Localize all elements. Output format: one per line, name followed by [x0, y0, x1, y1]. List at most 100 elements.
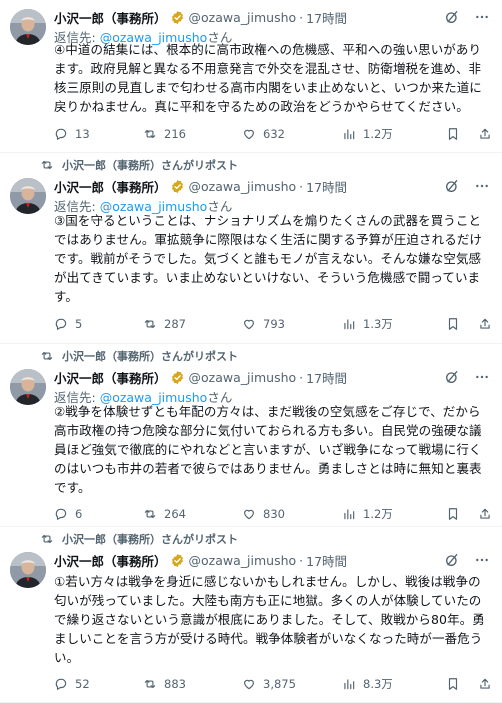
- share-icon: [478, 507, 499, 521]
- tweet-text-line: です。: [54, 480, 91, 495]
- reply-button[interactable]: 6: [54, 505, 82, 523]
- like-button[interactable]: 3,875: [242, 675, 296, 693]
- repost-icon: [40, 532, 62, 546]
- repost-icon: [40, 349, 62, 363]
- like-button[interactable]: 793: [242, 315, 285, 333]
- separator-dot: ·: [299, 9, 304, 25]
- tweet-text-line: 匂いが残っていました。大陸も南方も正に地獄。多くの人が体験していたの: [54, 593, 482, 608]
- author-name[interactable]: 小沢一郎（事務所）: [54, 368, 167, 387]
- verified-badge-icon: [167, 179, 189, 194]
- views-button[interactable]: 1.2万: [342, 505, 393, 523]
- repost-button[interactable]: 883: [143, 675, 186, 693]
- tweet-card[interactable]: 小沢一郎（事務所） @ozawa_jimusho · 17時間 返信先: @ozawa_…: [0, 0, 502, 153]
- views-count: 1.3万: [363, 317, 393, 331]
- repost-icon: [143, 507, 164, 521]
- repost-button[interactable]: 287: [143, 315, 186, 333]
- more-icon[interactable]: [474, 9, 490, 25]
- bookmark-button[interactable]: [446, 315, 467, 333]
- reply-button[interactable]: 5: [54, 315, 82, 333]
- action-bar: 6 264 830 1.2万: [54, 505, 494, 523]
- tweet-text-line: ③国を守るということは、ナショナリズムを煽りたくさんの武器を買うこと: [54, 213, 482, 228]
- avatar[interactable]: [10, 369, 46, 405]
- grok-icon[interactable]: [444, 9, 460, 25]
- verified-badge-icon: [167, 10, 189, 25]
- like-button[interactable]: 632: [242, 125, 285, 143]
- verified-badge-icon: [167, 370, 189, 385]
- post-time[interactable]: 17時間: [306, 368, 347, 387]
- repost-button[interactable]: 216: [143, 125, 186, 143]
- grok-icon[interactable]: [444, 552, 460, 568]
- author-handle[interactable]: @ozawa_jimusho: [189, 370, 297, 385]
- author-name[interactable]: 小沢一郎（事務所）: [54, 551, 167, 570]
- separator-dot: ·: [299, 178, 304, 194]
- like-icon: [242, 677, 263, 691]
- tweet-header: 小沢一郎（事務所） @ozawa_jimusho · 17時間: [54, 8, 347, 26]
- tweet-card[interactable]: 小沢一郎（事務所）さんがリポスト 小沢一郎（事務所） @ozawa_jimusho ·…: [0, 153, 502, 344]
- views-button[interactable]: 1.2万: [342, 125, 393, 143]
- reply-button[interactable]: 52: [54, 675, 90, 693]
- repost-icon: [40, 158, 62, 172]
- share-button[interactable]: [478, 675, 499, 693]
- views-button[interactable]: 8.3万: [342, 675, 393, 693]
- tweet-text-line: 員ほど強気で徹底的にやれなどと言いますが、いざ戦争になって戦場に行く: [54, 442, 482, 457]
- repost-label: 小沢一郎（事務所）さんがリポスト: [62, 533, 238, 546]
- repost-count: 287: [164, 317, 186, 331]
- avatar[interactable]: [10, 552, 46, 588]
- share-button[interactable]: [478, 125, 499, 143]
- author-handle[interactable]: @ozawa_jimusho: [189, 179, 297, 194]
- separator-dot: ·: [299, 369, 304, 385]
- post-time[interactable]: 17時間: [306, 8, 347, 27]
- tweet-text-line: ではありません。軍拡競争に際限はなく生活に関する予算が圧迫されるだけ: [54, 232, 483, 247]
- reply-button[interactable]: 13: [54, 125, 90, 143]
- action-bar: 13 216 632 1.2万: [54, 125, 494, 143]
- repost-indicator: 小沢一郎（事務所）さんがリポスト: [40, 531, 238, 547]
- tweet-header: 小沢一郎（事務所） @ozawa_jimusho · 17時間: [54, 177, 347, 195]
- verified-badge-icon: [167, 553, 189, 568]
- reply-icon: [54, 127, 75, 141]
- more-icon[interactable]: [474, 369, 490, 385]
- views-icon: [342, 127, 363, 141]
- repost-button[interactable]: 264: [143, 505, 186, 523]
- reply-icon: [54, 677, 75, 691]
- tweet-card[interactable]: 小沢一郎（事務所）さんがリポスト 小沢一郎（事務所） @ozawa_jimusho ·…: [0, 344, 502, 527]
- tweet-text-line: い。: [54, 650, 80, 665]
- bookmark-icon: [446, 317, 467, 331]
- post-time[interactable]: 17時間: [306, 177, 347, 196]
- bookmark-button[interactable]: [446, 505, 467, 523]
- tweet-text: ①若い方々は戦争を身近に感じないかもしれません。しかし、戦後は戦争の 匂いが残って…: [54, 572, 494, 667]
- tweet-text-line: ②戦争を体験せずとも年配の方々は、まだ戦後の空気感をご存じで、だから: [54, 404, 481, 419]
- bookmark-button[interactable]: [446, 675, 467, 693]
- reply-count: 5: [75, 317, 83, 331]
- author-name[interactable]: 小沢一郎（事務所）: [54, 177, 167, 196]
- share-button[interactable]: [478, 315, 499, 333]
- author-handle[interactable]: @ozawa_jimusho: [189, 553, 297, 568]
- timeline-feed: 小沢一郎（事務所） @ozawa_jimusho · 17時間 返信先: @ozawa_…: [0, 0, 502, 703]
- like-button[interactable]: 830: [242, 505, 285, 523]
- tweet-text-line: ④中道の結集には、根本的に高市政権への危機感、平和への強い思いがあり: [54, 42, 482, 57]
- tweet-text: ③国を守るということは、ナショナリズムを煽りたくさんの武器を買うこと ではありませ…: [54, 211, 494, 306]
- avatar[interactable]: [10, 9, 46, 45]
- author-handle[interactable]: @ozawa_jimusho: [189, 10, 297, 25]
- like-icon: [242, 127, 263, 141]
- tweet-text-line: ます。政府見解と異なる不用意発言で外交を混乱させ、防衛増税を進め、非: [54, 61, 482, 76]
- like-icon: [242, 507, 263, 521]
- share-button[interactable]: [478, 505, 499, 523]
- more-icon[interactable]: [474, 552, 490, 568]
- tweet-card[interactable]: 小沢一郎（事務所）さんがリポスト 小沢一郎（事務所） @ozawa_jimusho ·…: [0, 527, 502, 703]
- views-icon: [342, 507, 363, 521]
- reply-count: 6: [75, 507, 83, 521]
- tweet-text-line: 高市政権の持つ危険な部分に気付いておられる方も多い。自民党の強硬な議: [54, 423, 482, 438]
- author-name[interactable]: 小沢一郎（事務所）: [54, 8, 167, 27]
- grok-icon[interactable]: [444, 369, 460, 385]
- bookmark-button[interactable]: [446, 125, 467, 143]
- avatar[interactable]: [10, 178, 46, 214]
- more-icon[interactable]: [474, 178, 490, 194]
- repost-count: 264: [164, 507, 186, 521]
- share-icon: [478, 317, 499, 331]
- views-count: 8.3万: [363, 677, 393, 691]
- bookmark-icon: [446, 507, 467, 521]
- grok-icon[interactable]: [444, 178, 460, 194]
- tweet-text-line: のはいつも市井の若者で彼らではありません。勇ましさとは時に無知と裏表: [54, 461, 482, 476]
- views-button[interactable]: 1.3万: [342, 315, 393, 333]
- post-time[interactable]: 17時間: [306, 551, 347, 570]
